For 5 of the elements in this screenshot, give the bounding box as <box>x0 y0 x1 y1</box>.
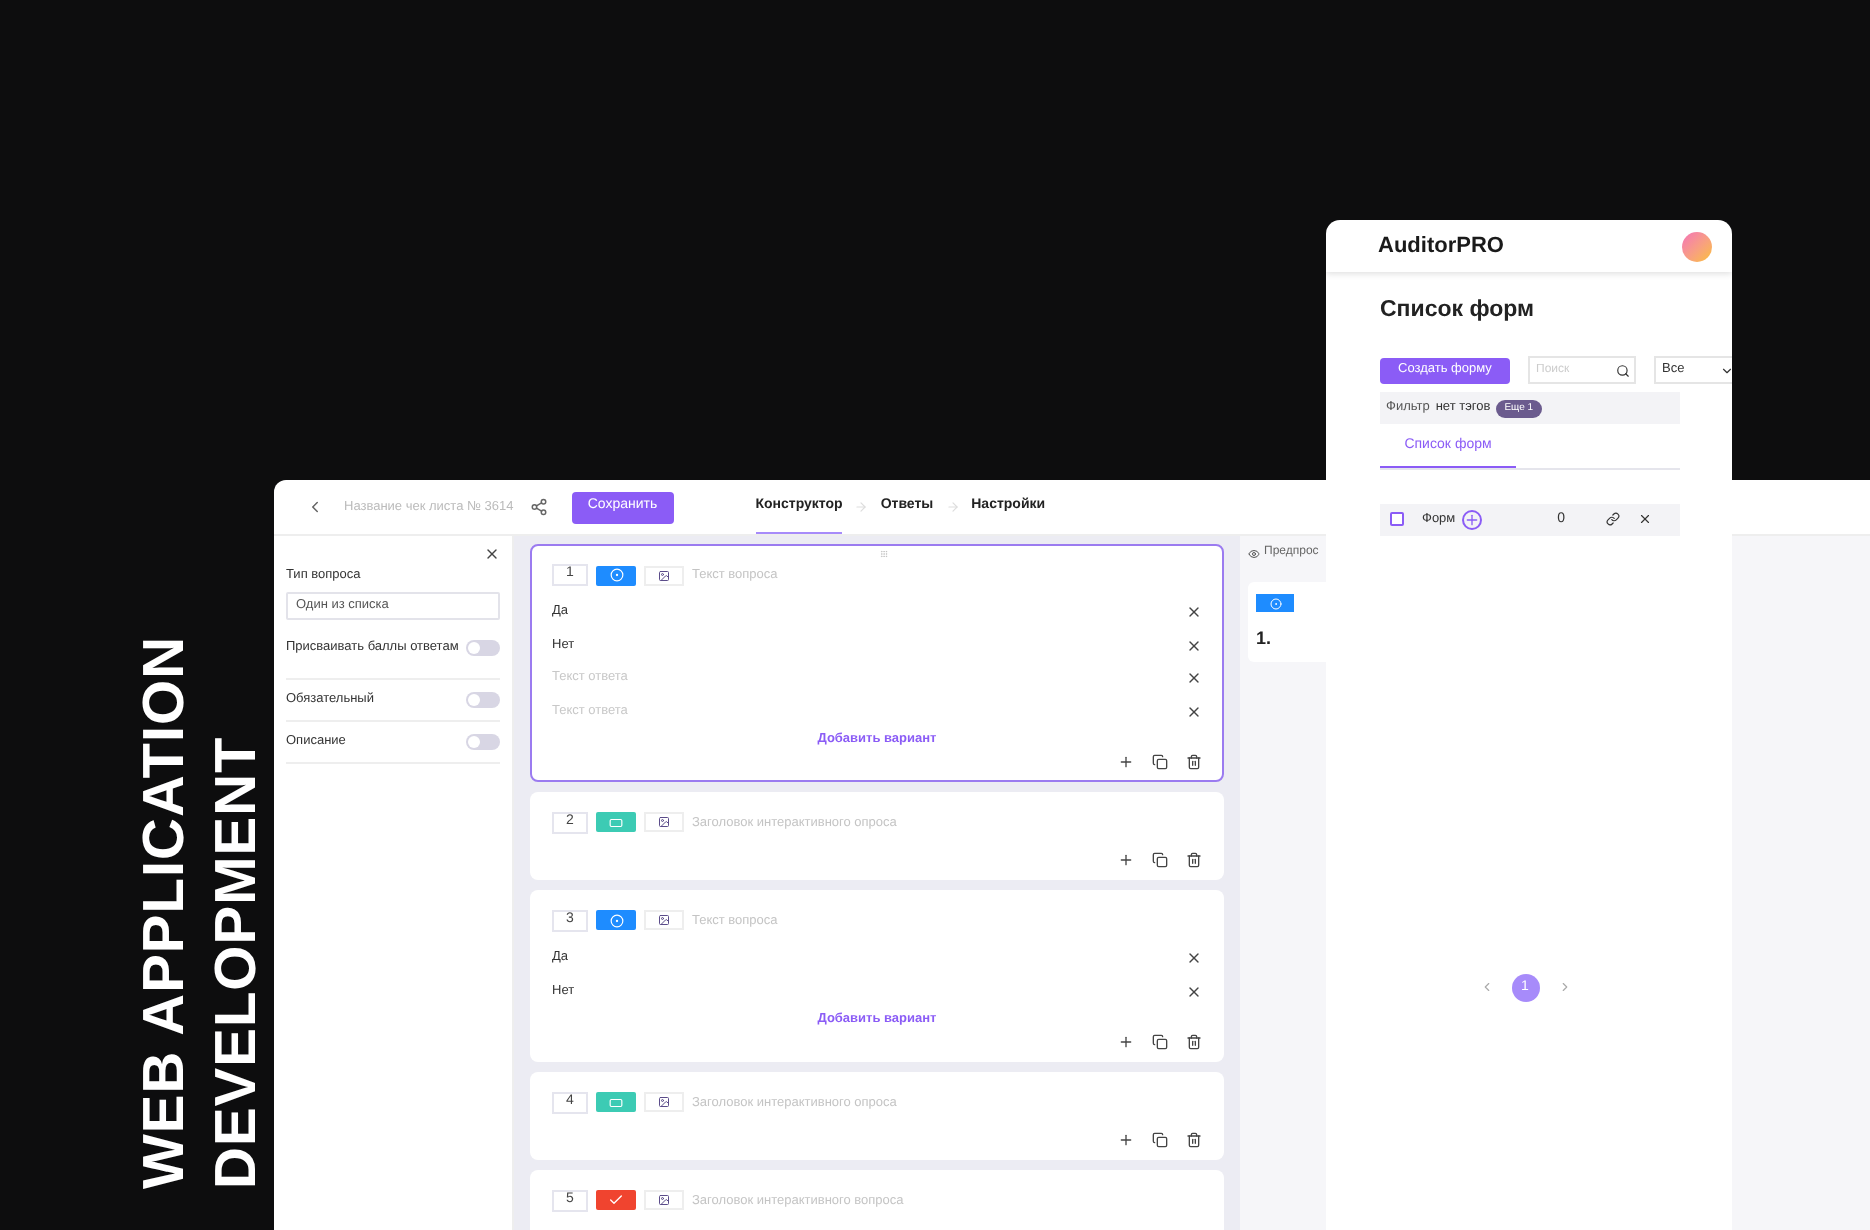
headline: WEB APPLICATION <box>131 639 199 1189</box>
headline: DEVELOPMENT <box>203 734 271 1189</box>
page-title: Список форм <box>1380 296 1537 326</box>
brand-name: AuditorPRO <box>1378 231 1504 262</box>
preview-number: 1. <box>1256 628 1272 648</box>
